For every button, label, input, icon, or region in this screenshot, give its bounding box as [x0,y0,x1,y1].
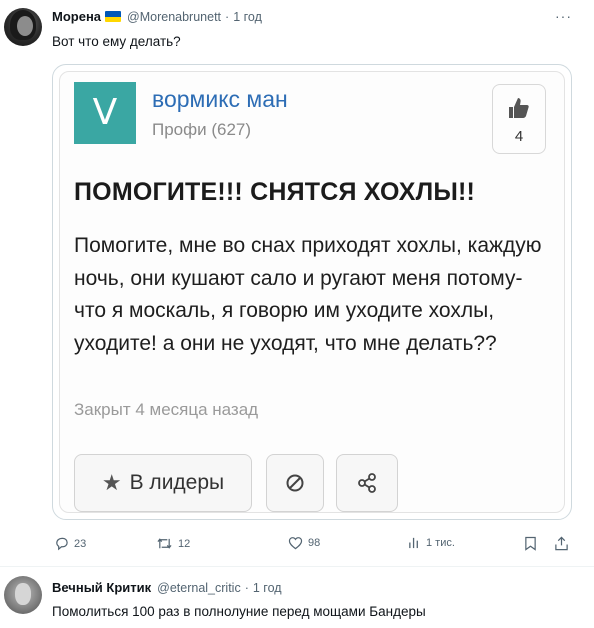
share-nodes-icon [358,473,376,493]
reply-author-handle[interactable]: @eternal_critic [157,581,241,595]
reply-icon [56,537,68,551]
tweet-time[interactable]: 1 год [233,10,262,24]
action-bar: 23 12 98 1 тис. [52,536,572,556]
user-logo: V [74,82,136,144]
reply-text: Помолиться 100 раз в полнолуние перед мо… [52,604,426,619]
reply-header: Вечный Критик @eternal_critic · 1 год [52,580,282,595]
views-count: 1 тис. [426,536,455,549]
views-action[interactable]: 1 тис. [408,536,455,549]
views-icon [409,537,418,549]
leaders-button: ★ В лидеры [74,454,252,512]
question-title: ПОМОГИТЕ!!! СНЯТСЯ ХОХЛЫ!! [74,178,476,206]
bookmark-action[interactable] [524,536,542,551]
retweet-action[interactable]: 12 [156,536,190,551]
avatar-face [17,16,33,36]
heart-icon [288,537,303,550]
bookmark-icon [525,536,536,551]
retweet-icon [157,538,172,549]
reply-count: 23 [74,537,87,550]
author-rank: Профи (627) [152,120,252,139]
separator-dot: · [225,9,230,24]
share-button [336,454,398,512]
tweet-text: Вот что ему делать? [52,34,181,49]
reply-avatar[interactable] [4,576,42,614]
reply-time[interactable]: 1 год [253,581,282,595]
ban-button [266,454,324,512]
like-action[interactable]: 98 [288,536,320,550]
like-count: 4 [514,128,524,145]
tweet-media[interactable]: V вормикс ман Профи (627) 4 ПОМОГИТЕ!!! … [52,64,572,520]
like-count-tweet: 98 [308,537,321,549]
like-box: 4 [492,84,546,154]
separator-dot: · [244,580,249,595]
reply-action[interactable]: 23 [54,536,86,551]
ban-icon [286,474,304,492]
question-card: V вормикс ман Профи (627) 4 ПОМОГИТЕ!!! … [59,71,565,513]
author-handle[interactable]: @Morenabrunett [127,10,221,24]
ukraine-flag-icon [105,11,122,22]
reply-author-name[interactable]: Вечный Критик [52,580,151,595]
star-icon: ★ [101,470,122,495]
share-action[interactable] [554,536,574,551]
divider [0,566,594,567]
retweet-count: 12 [178,537,191,550]
closed-status: Закрыт 4 месяца назад [74,400,259,419]
author-avatar[interactable] [4,8,42,46]
author-name[interactable]: Морена [52,9,101,24]
more-options-icon[interactable]: ··· [555,8,572,24]
share-icon [555,536,568,551]
thumbs-up-icon [509,98,529,118]
leaders-label: В лидеры [129,471,225,494]
question-author: вормикс ман [152,86,288,112]
tweet-header: Морена @Morenabrunett · 1 год [52,9,262,24]
question-body: Помогите, мне во снах приходят хохлы, ка… [74,234,542,355]
avatar-bust [15,583,31,605]
